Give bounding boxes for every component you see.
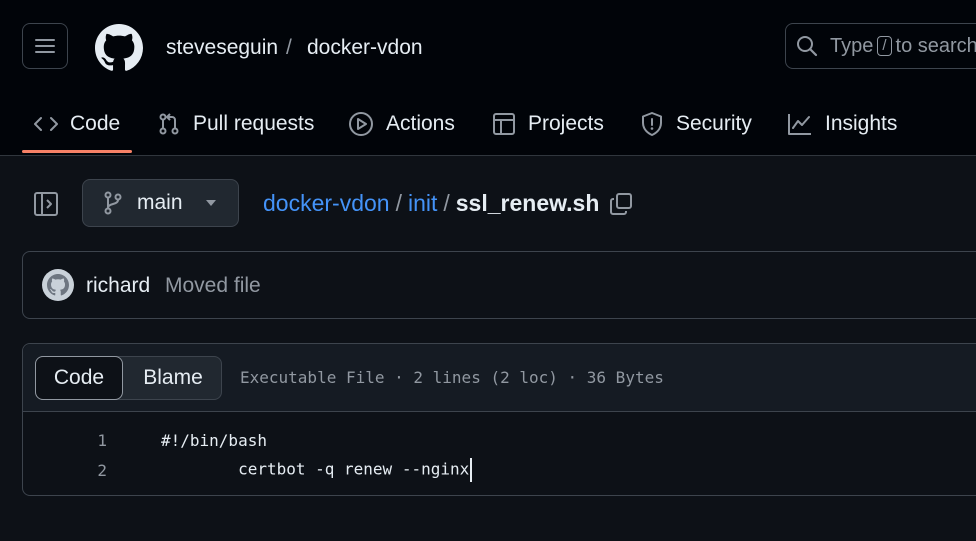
tab-insights-label: Insights [825, 112, 898, 135]
line-number[interactable]: 1 [23, 431, 107, 450]
branch-name: main [137, 191, 183, 214]
tab-pull-requests[interactable]: Pull requests [157, 95, 314, 153]
commit-message-link[interactable]: Moved file [165, 274, 261, 298]
code-line: 2 certbot -q renew --nginx [23, 455, 473, 485]
avatar-image-icon [47, 274, 69, 296]
global-header: steveseguin / docker-vdon Type / to sear… [0, 0, 976, 156]
text-cursor [470, 458, 473, 482]
search-placeholder-suffix: to search [895, 34, 976, 57]
line-text: certbot -q renew --nginx [238, 459, 470, 479]
tab-projects-label: Projects [528, 112, 604, 135]
tab-security[interactable]: Security [640, 95, 752, 153]
shield-icon [642, 112, 662, 136]
branch-selector[interactable]: main [82, 179, 239, 227]
tab-insights[interactable]: Insights [787, 95, 897, 153]
breadcrumb-separator: / [443, 190, 450, 216]
file-viewer: Code Blame Executable File · 2 lines (2 … [22, 343, 976, 496]
play-icon [349, 112, 373, 136]
code-icon [34, 117, 58, 131]
menu-button[interactable] [22, 23, 68, 69]
chevron-down-icon [205, 200, 216, 206]
hamburger-icon [35, 39, 55, 53]
tab-pull-requests-label: Pull requests [193, 112, 315, 135]
breadcrumb-dir-link[interactable]: init [408, 190, 437, 217]
repo-owner-link[interactable]: steveseguin [166, 36, 278, 60]
sidebar-toggle-button[interactable] [31, 189, 61, 219]
search-icon [797, 36, 818, 57]
breadcrumb-separator: / [395, 190, 402, 216]
code-view-button[interactable]: Code [35, 356, 123, 400]
search-placeholder-prefix: Type [830, 34, 874, 57]
repo-separator: / [286, 36, 292, 59]
search-input[interactable]: Type / to search [785, 23, 976, 69]
tab-code-label: Code [70, 112, 121, 135]
repo-nav: Code Pull requests Actions Projects Secu… [0, 95, 976, 155]
breadcrumb: docker-vdon / init / ssl_renew.sh [263, 190, 633, 217]
breadcrumb-file-name: ssl_renew.sh [455, 190, 600, 216]
latest-commit-box: richard Moved file [22, 251, 976, 319]
code-content[interactable]: 1 #!/bin/bash 2 certbot -q renew --nginx [23, 412, 976, 495]
tab-projects[interactable]: Projects [492, 95, 604, 153]
file-info: Executable File · 2 lines (2 loc) · 36 B… [240, 368, 664, 387]
code-line: 1 #!/bin/bash [23, 425, 267, 455]
tab-code[interactable]: Code [22, 95, 133, 153]
line-text-with-cursor: certbot -q renew --nginx [161, 439, 473, 501]
search-shortcut-key: / [877, 36, 892, 56]
file-header: Code Blame Executable File · 2 lines (2 … [23, 344, 976, 412]
blame-view-button[interactable]: Blame [124, 357, 222, 399]
git-branch-icon [104, 191, 122, 215]
repo-name-link[interactable]: docker-vdon [307, 36, 423, 60]
view-mode-toggle: Code Blame [35, 356, 222, 400]
tab-actions[interactable]: Actions [348, 95, 455, 153]
table-icon [493, 113, 515, 135]
line-number[interactable]: 2 [23, 461, 107, 480]
sidebar-expand-icon [34, 192, 58, 216]
avatar[interactable] [42, 269, 74, 301]
commit-author-link[interactable]: richard [86, 274, 150, 298]
pull-request-icon [159, 113, 179, 135]
copy-icon [610, 192, 633, 215]
breadcrumb-repo-link[interactable]: docker-vdon [263, 190, 390, 217]
tab-actions-label: Actions [386, 112, 455, 135]
tab-security-label: Security [676, 112, 752, 135]
github-logo-icon[interactable] [95, 24, 143, 72]
graph-icon [788, 114, 811, 135]
copy-path-button[interactable] [609, 192, 633, 216]
